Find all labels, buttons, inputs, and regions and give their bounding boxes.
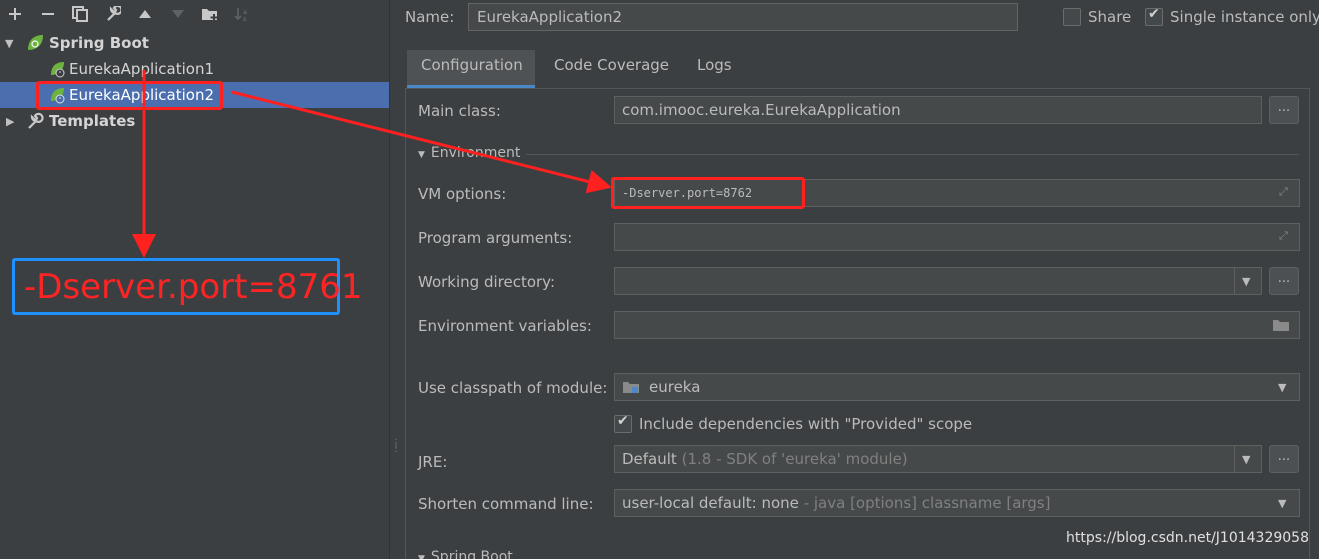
tab-configuration[interactable]: Configuration	[407, 50, 535, 88]
chevron-down-icon[interactable]: ▼	[1242, 275, 1250, 288]
collapse-caret-icon: ▼	[418, 150, 425, 160]
tree-group-label: Templates	[49, 112, 136, 130]
checkmark-icon: ✔	[617, 413, 629, 429]
svg-text:z: z	[243, 16, 247, 22]
tree-group-templates[interactable]: ▶ Templates	[0, 108, 389, 134]
svg-text:a: a	[243, 9, 247, 16]
working-directory-input[interactable]	[614, 267, 1262, 295]
classpath-label: Use classpath of module:	[418, 379, 608, 397]
configurations-toolbar: az	[0, 0, 389, 28]
include-dependencies-label: Include dependencies with "Provided" sco…	[639, 415, 973, 433]
environment-variables-input[interactable]	[614, 311, 1300, 339]
dropdown-divider	[1234, 445, 1235, 473]
main-class-input[interactable]: com.imooc.eureka.EurekaApplication	[614, 96, 1262, 124]
main-class-browse-button[interactable]: ...	[1269, 96, 1299, 124]
section-divider	[526, 154, 1299, 155]
environment-header: Environment	[430, 145, 521, 161]
configuration-panel: Main class: com.imooc.eureka.EurekaAppli…	[405, 88, 1310, 559]
classpath-select[interactable]: eureka	[614, 373, 1300, 401]
jre-browse-button[interactable]: ...	[1269, 445, 1299, 473]
folder-add-icon[interactable]	[199, 3, 221, 25]
main-class-label: Main class:	[418, 102, 501, 120]
include-dependencies-checkbox[interactable]: ✔	[614, 413, 632, 433]
tree-item-eureka-application-1[interactable]: EurekaApplication1	[0, 56, 389, 82]
expanded-caret-icon[interactable]: ▼	[5, 37, 13, 50]
name-label: Name:	[405, 8, 455, 26]
watermark: https://blog.csdn.net/J1014329058	[1066, 530, 1309, 546]
tree-group-label: Spring Boot	[49, 34, 149, 52]
jre-detail: (1.8 - SDK of 'eureka' module)	[681, 450, 908, 468]
checkmark-icon: ✔	[1148, 6, 1160, 22]
spring-boot-section-toggle[interactable]: ▼ Spring Boot	[418, 549, 513, 559]
wrench-icon[interactable]	[102, 3, 124, 25]
shorten-command-line-label: Shorten command line:	[418, 495, 594, 513]
remove-icon[interactable]	[37, 3, 59, 25]
chevron-down-icon[interactable]: ▼	[1278, 497, 1286, 510]
tree-group-spring-boot[interactable]: ▼ Spring Boot	[0, 30, 389, 56]
chevron-down-icon[interactable]: ▼	[1278, 381, 1286, 394]
tree-item-label: EurekaApplication1	[69, 60, 215, 78]
tab-logs[interactable]: Logs	[683, 50, 746, 88]
move-down-icon	[167, 3, 189, 25]
shorten-detail: - java [options] classname [args]	[803, 494, 1051, 512]
single-instance-label: Single instance only	[1170, 8, 1319, 26]
wrench-icon	[26, 112, 44, 130]
copy-icon[interactable]	[69, 3, 91, 25]
tab-code-coverage[interactable]: Code Coverage	[540, 50, 683, 88]
add-icon[interactable]	[4, 3, 26, 25]
program-arguments-label: Program arguments:	[418, 229, 573, 247]
environment-section-toggle[interactable]: ▼ Environment	[418, 145, 520, 161]
share-checkbox[interactable]	[1063, 8, 1081, 26]
annotation-port-8761: -Dserver.port=8761	[12, 258, 362, 315]
working-directory-browse-button[interactable]: ...	[1269, 267, 1299, 295]
dropdown-divider	[1234, 267, 1235, 295]
working-directory-label: Working directory:	[418, 273, 556, 291]
shorten-value: user-local default: none	[622, 494, 799, 512]
jre-select[interactable]: Default (1.8 - SDK of 'eureka' module)	[614, 445, 1262, 473]
module-folder-icon	[622, 380, 640, 398]
collapsed-caret-icon[interactable]: ▶	[6, 115, 14, 128]
chevron-down-icon[interactable]: ▼	[1242, 453, 1250, 466]
move-up-icon[interactable]	[134, 3, 156, 25]
program-arguments-input[interactable]	[614, 223, 1300, 251]
environment-variables-label: Environment variables:	[418, 317, 592, 335]
single-instance-checkbox[interactable]: ✔	[1145, 6, 1163, 26]
jre-value: Default	[622, 450, 677, 468]
collapse-caret-icon: ▼	[418, 554, 425, 559]
spring-boot-icon	[26, 34, 44, 52]
jre-label: JRE:	[418, 453, 448, 471]
share-label: Share	[1088, 8, 1132, 26]
highlight-vm-options	[611, 177, 805, 209]
spring-boot-app-icon	[48, 60, 66, 78]
vm-options-label: VM options:	[418, 185, 507, 203]
expand-icon[interactable]: ⤢	[1279, 229, 1288, 243]
folder-icon[interactable]	[1272, 318, 1290, 336]
expand-icon[interactable]: ⤢	[1279, 185, 1288, 199]
sort-icon: az	[231, 3, 253, 25]
highlight-selected-config	[36, 81, 223, 110]
shorten-command-line-select[interactable]: user-local default: none - java [options…	[614, 489, 1300, 517]
spring-boot-header: Spring Boot	[430, 549, 513, 559]
configuration-editor: Name: EurekaApplication2 Share ✔ Single …	[395, 0, 1319, 559]
name-input[interactable]: EurekaApplication2	[468, 3, 1018, 31]
